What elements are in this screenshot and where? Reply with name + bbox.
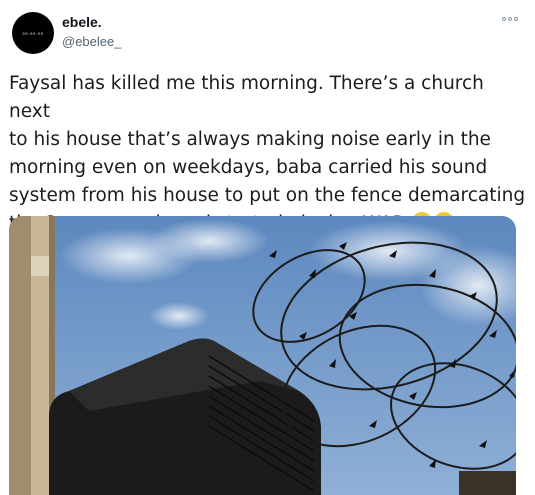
more-options-icon[interactable] [502, 17, 518, 21]
avatar-text: ee.ee.ee [22, 30, 44, 36]
avatar[interactable]: ee.ee.ee [12, 12, 54, 54]
tweet-body: Faysal has killed me this morning. There… [9, 73, 526, 234]
speaker-on-fence-photo [9, 216, 516, 495]
tweet-card: ee.ee.ee ebele. @ebelee_ Faysal has kill… [0, 0, 535, 495]
tweet-text: Faysal has killed me this morning. There… [9, 70, 529, 238]
user-handle[interactable]: @ebelee_ [62, 34, 121, 49]
tweet-photo[interactable] [9, 216, 516, 495]
display-name[interactable]: ebele. [62, 14, 102, 30]
